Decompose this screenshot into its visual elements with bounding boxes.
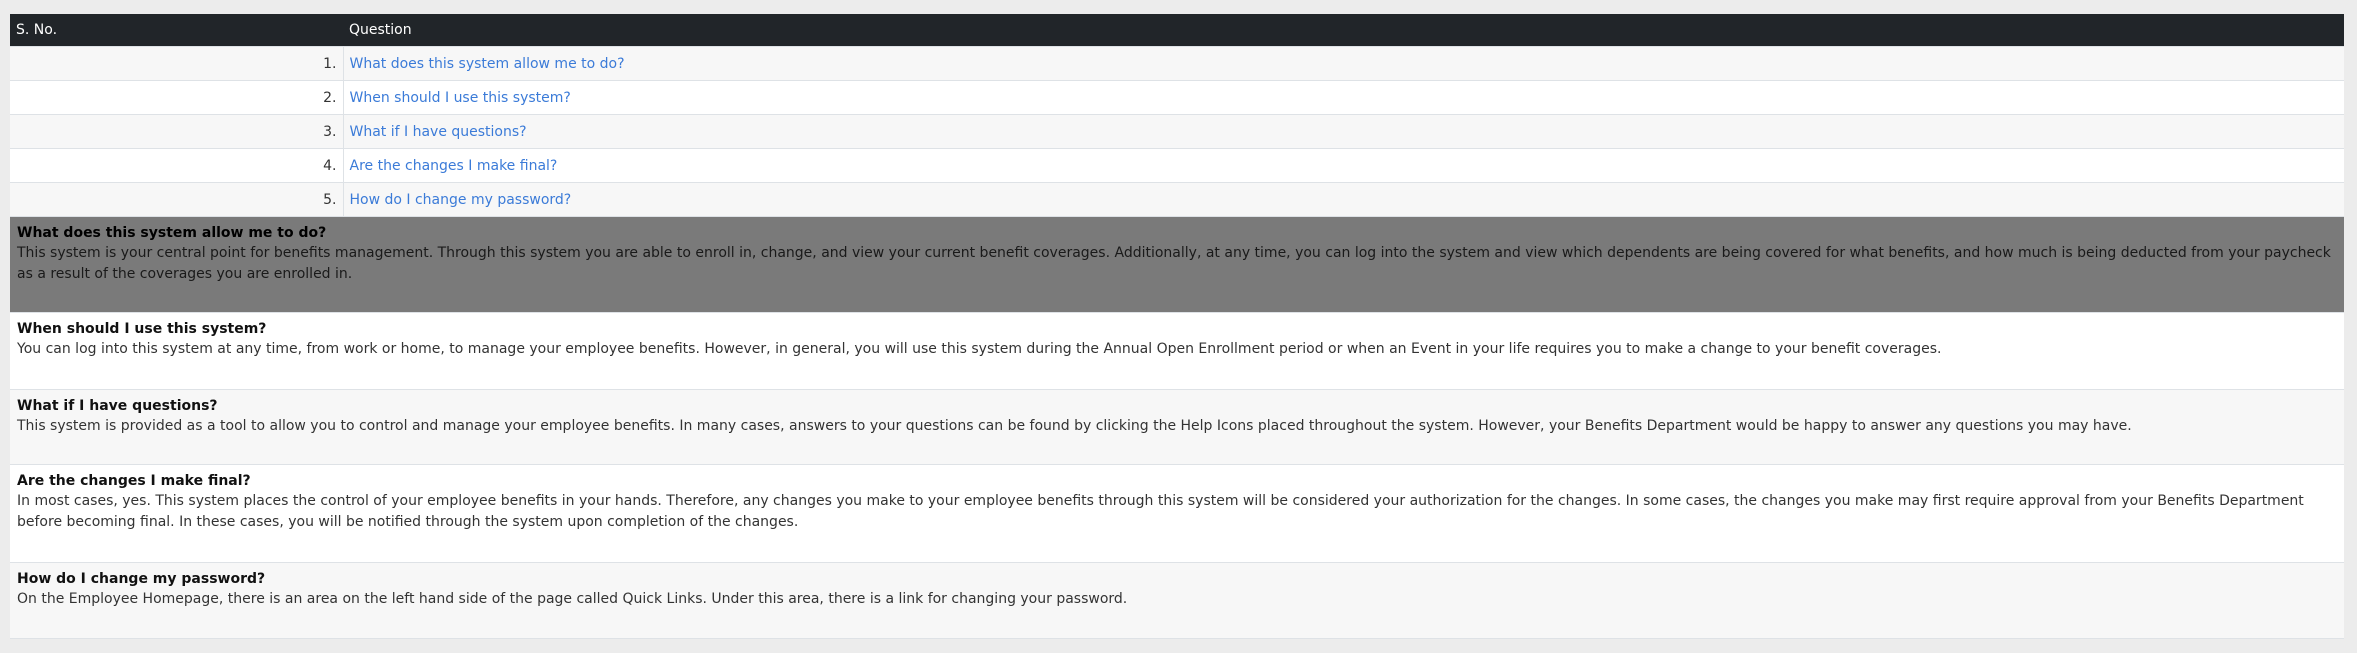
question-link-4[interactable]: Are the changes I make final?: [350, 158, 558, 174]
answer-body: You can log into this system at any time…: [17, 341, 1942, 357]
row-number: 2.: [10, 80, 344, 115]
answer-title: What does this system allow me to do?: [17, 225, 327, 241]
answer-body: This system is your central point for be…: [17, 245, 2331, 282]
answer-title: Are the changes I make final?: [17, 473, 251, 489]
table-row: 4. Are the changes I make final?: [10, 148, 2344, 183]
table-row: 1. What does this system allow me to do?: [10, 46, 2344, 81]
answer-title: How do I change my password?: [17, 571, 266, 587]
faq-container: S. No. Question 1. What does this system…: [10, 14, 2344, 639]
table-row: 3. What if I have questions?: [10, 114, 2344, 149]
answer-body: This system is provided as a tool to all…: [17, 418, 2132, 434]
table-row: 2. When should I use this system?: [10, 80, 2344, 115]
question-link-3[interactable]: What if I have questions?: [350, 124, 527, 140]
answer-section-4: Are the changes I make final? In most ca…: [10, 465, 2344, 563]
table-header-row: S. No. Question: [10, 14, 2344, 47]
table-row: 5. How do I change my password?: [10, 182, 2344, 216]
answer-title: What if I have questions?: [17, 398, 218, 414]
answer-section-5: How do I change my password? On the Empl…: [10, 563, 2344, 639]
answer-section-1: What does this system allow me to do? Th…: [10, 217, 2344, 313]
row-number: 3.: [10, 114, 344, 149]
question-link-5[interactable]: How do I change my password?: [350, 192, 572, 208]
answer-body: In most cases, yes. This system places t…: [17, 493, 2304, 530]
question-link-2[interactable]: When should I use this system?: [350, 90, 571, 106]
faq-answers: What does this system allow me to do? Th…: [10, 216, 2344, 639]
answer-section-2: When should I use this system? You can l…: [10, 313, 2344, 390]
question-link-1[interactable]: What does this system allow me to do?: [350, 56, 625, 72]
column-header-question: Question: [343, 14, 2344, 47]
row-number: 5.: [10, 182, 344, 216]
faq-question-table: S. No. Question 1. What does this system…: [10, 14, 2344, 216]
answer-section-3: What if I have questions? This system is…: [10, 390, 2344, 465]
column-header-sno: S. No.: [10, 14, 343, 47]
answer-body: On the Employee Homepage, there is an ar…: [17, 591, 1128, 607]
answer-title: When should I use this system?: [17, 321, 267, 337]
row-number: 4.: [10, 148, 344, 183]
row-number: 1.: [10, 46, 344, 81]
